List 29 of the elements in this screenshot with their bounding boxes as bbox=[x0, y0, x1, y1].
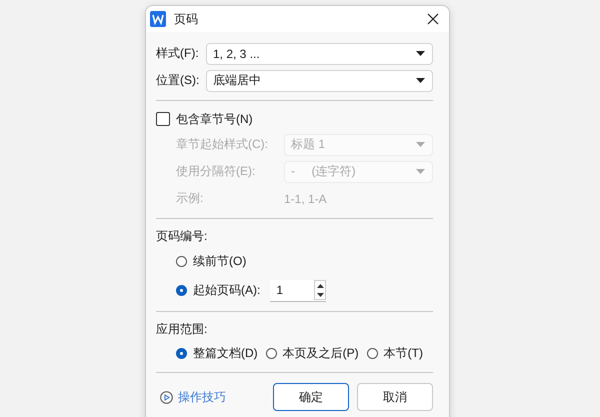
app-logo-icon bbox=[150, 11, 166, 27]
field-label: 章节起始样式(C): bbox=[176, 136, 269, 153]
field-label: 示例: bbox=[176, 190, 204, 207]
dropdown-caret-icon bbox=[416, 169, 425, 174]
radio-option[interactable]: 续前节(O) bbox=[176, 250, 246, 272]
section-heading: 页码编号: bbox=[156, 228, 208, 244]
close-icon[interactable] bbox=[427, 13, 439, 25]
dialog-button[interactable]: 确定 bbox=[273, 383, 349, 411]
dropdown-caret-icon bbox=[416, 78, 425, 83]
dropdown-caret-icon bbox=[416, 142, 425, 147]
play-circle-icon bbox=[160, 390, 173, 404]
radio-option[interactable]: 起始页码(A): bbox=[176, 280, 260, 302]
tips-link[interactable]: 操作技巧 bbox=[156, 388, 265, 406]
radio-option[interactable]: 本页及之后(P) bbox=[266, 342, 359, 364]
radio-option[interactable]: 整篇文档(D) bbox=[176, 342, 258, 364]
checkbox-label: 包含章节号(N) bbox=[176, 110, 253, 128]
example-text: 1-1, 1-A bbox=[284, 192, 327, 206]
checkbox[interactable] bbox=[156, 112, 170, 126]
number-spinner[interactable]: 1 bbox=[270, 280, 326, 302]
dialog-button[interactable]: 取消 bbox=[357, 383, 433, 411]
section-heading: 应用范围: bbox=[156, 320, 208, 338]
dropdown-caret-icon bbox=[416, 51, 425, 56]
window-title: 页码 bbox=[174, 10, 199, 28]
dropdown[interactable]: 1, 2, 3 ... bbox=[206, 42, 433, 64]
radio-option[interactable]: 本节(T) bbox=[366, 342, 423, 364]
field-label: 使用分隔符(E): bbox=[176, 163, 256, 180]
field-label: 位置(S): bbox=[156, 72, 200, 89]
field-label: 样式(F): bbox=[156, 45, 200, 62]
dropdown[interactable]: 底端居中 bbox=[206, 70, 433, 92]
